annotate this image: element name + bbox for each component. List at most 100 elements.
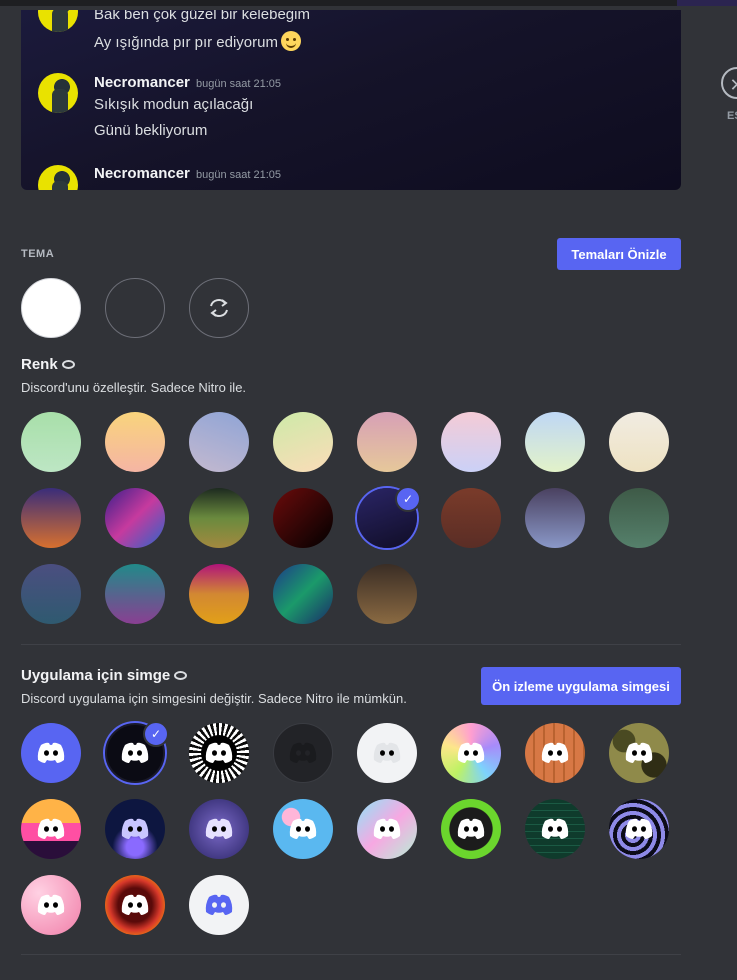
discord-logo-body xyxy=(541,818,569,839)
color-swatch-neon-nights[interactable] xyxy=(105,564,165,624)
discord-logo-eye xyxy=(128,750,133,756)
discord-logo-eye xyxy=(548,826,553,832)
color-swatch-dusk[interactable] xyxy=(525,488,585,548)
theme-preview-chat: Bak ben çok güzel bir kelebeğim Ay ışığı… xyxy=(21,10,681,190)
sync-icon xyxy=(210,299,228,317)
discord-logo-eye xyxy=(473,826,478,832)
color-swatch-desert-khaki[interactable] xyxy=(609,412,669,472)
color-swatch-cotton-candy[interactable] xyxy=(441,412,501,472)
message-line: Ay ışığında pır pır ediyorum xyxy=(94,31,301,51)
theme-dark-option[interactable] xyxy=(105,278,165,338)
discord-logo-icon xyxy=(205,742,233,763)
app-icon-psychedelic[interactable] xyxy=(609,799,669,859)
app-icon-synthwave[interactable] xyxy=(21,799,81,859)
discord-logo-eye xyxy=(557,826,562,832)
discord-logo-eye xyxy=(44,826,49,832)
discord-logo-eye xyxy=(137,902,142,908)
discord-logo-eye xyxy=(296,750,301,756)
color-swatch-chroma-glow[interactable] xyxy=(105,488,165,548)
app-icon-default[interactable] xyxy=(21,723,81,783)
theme-sync-option[interactable] xyxy=(189,278,249,338)
color-swatch-retro-storm[interactable] xyxy=(21,564,81,624)
app-icon-brand-burst[interactable] xyxy=(189,723,249,783)
top-bar-accent xyxy=(677,0,737,6)
color-swatch-aurora[interactable] xyxy=(273,564,333,624)
discord-logo-eye xyxy=(548,750,553,756)
discord-logo-eye xyxy=(305,750,310,756)
discord-logo-body xyxy=(541,742,569,763)
discord-logo-body xyxy=(289,818,317,839)
close-icon[interactable]: ✕ xyxy=(721,67,737,99)
color-swatch-sunrise[interactable] xyxy=(357,412,417,472)
discord-logo-eye xyxy=(296,826,301,832)
discord-logo-body xyxy=(625,742,653,763)
color-swatch-mint-apple[interactable] xyxy=(21,412,81,472)
avatar xyxy=(38,10,78,32)
color-swatch-citrus-sherbert[interactable] xyxy=(105,412,165,472)
discord-logo-eye xyxy=(641,750,646,756)
selected-check-icon: ✓ xyxy=(395,486,421,512)
app-icon-pirate[interactable] xyxy=(525,723,585,783)
color-swatch-retro-raincloud[interactable] xyxy=(189,412,249,472)
app-icon-sakura[interactable] xyxy=(273,799,333,859)
color-swatch-sunset[interactable] xyxy=(21,488,81,548)
app-icon-fire[interactable] xyxy=(105,875,165,935)
color-swatch-forest[interactable] xyxy=(189,488,249,548)
nitro-icon xyxy=(174,671,188,680)
discord-logo-eye xyxy=(53,902,58,908)
message-author[interactable]: Necromancer xyxy=(94,165,190,182)
color-title: Renk xyxy=(21,356,75,373)
discord-logo-icon xyxy=(121,818,149,839)
discord-logo-eye xyxy=(221,826,226,832)
color-swatch-mars[interactable] xyxy=(441,488,501,548)
color-swatch-lofi-vibes[interactable] xyxy=(525,412,585,472)
color-swatch-crimson-moon[interactable] xyxy=(273,488,333,548)
app-icon-light-mode[interactable] xyxy=(357,723,417,783)
color-swatch-hanami[interactable] xyxy=(273,412,333,472)
app-icon-galaxy[interactable] xyxy=(105,799,165,859)
color-description: Discord'unu özelleştir. Sadece Nitro ile… xyxy=(21,380,247,395)
discord-logo-eye xyxy=(44,902,49,908)
theme-section-label: TEMA xyxy=(21,248,55,260)
discord-logo-eye xyxy=(632,826,637,832)
discord-logo-eye xyxy=(212,826,217,832)
selected-check-icon: ✓ xyxy=(143,721,169,747)
app-icon-cosmic[interactable] xyxy=(189,799,249,859)
discord-logo-eye xyxy=(557,750,562,756)
discord-logo-body xyxy=(205,818,233,839)
discord-logo-body xyxy=(121,742,149,763)
discord-logo-eye xyxy=(53,826,58,832)
discord-logo-eye xyxy=(389,826,394,832)
color-swatch-strawberry-lemonade[interactable] xyxy=(189,564,249,624)
discord-logo-eye xyxy=(473,750,478,756)
preview-app-icon-button[interactable]: Ön izleme uygulama simgesi xyxy=(481,667,681,705)
discord-logo-icon xyxy=(373,818,401,839)
discord-logo-eye xyxy=(221,902,226,908)
discord-logo-eye xyxy=(137,750,142,756)
discord-logo-body xyxy=(373,742,401,763)
app-icon-dark-mode[interactable] xyxy=(273,723,333,783)
discord-logo-icon xyxy=(121,894,149,915)
app-icon-circuit[interactable] xyxy=(525,799,585,859)
discord-logo-icon xyxy=(289,818,317,839)
theme-light-option[interactable] xyxy=(21,278,81,338)
app-icon-holographic[interactable] xyxy=(441,723,501,783)
discord-logo-eye xyxy=(212,750,217,756)
color-swatch-sepia[interactable] xyxy=(357,564,417,624)
discord-logo-icon xyxy=(541,818,569,839)
discord-logo-eye xyxy=(632,750,637,756)
discord-logo-body xyxy=(205,742,233,763)
preview-themes-button[interactable]: Temaları Önizle xyxy=(557,238,681,270)
app-icon-pink-clouds[interactable] xyxy=(21,875,81,935)
app-icon-light-blurple[interactable] xyxy=(189,875,249,935)
app-icon-gamer[interactable] xyxy=(441,799,501,859)
app-icon-camo[interactable] xyxy=(609,723,669,783)
message-line: Bak ben çok güzel bir kelebeğim xyxy=(94,10,310,23)
message-author[interactable]: Necromancer xyxy=(94,74,190,91)
app-icon-bunny[interactable] xyxy=(357,799,417,859)
discord-logo-eye xyxy=(212,902,217,908)
discord-logo-body xyxy=(121,894,149,915)
discord-logo-icon xyxy=(37,894,65,915)
color-swatch-under-the-sea[interactable] xyxy=(609,488,669,548)
discord-logo-icon xyxy=(625,742,653,763)
